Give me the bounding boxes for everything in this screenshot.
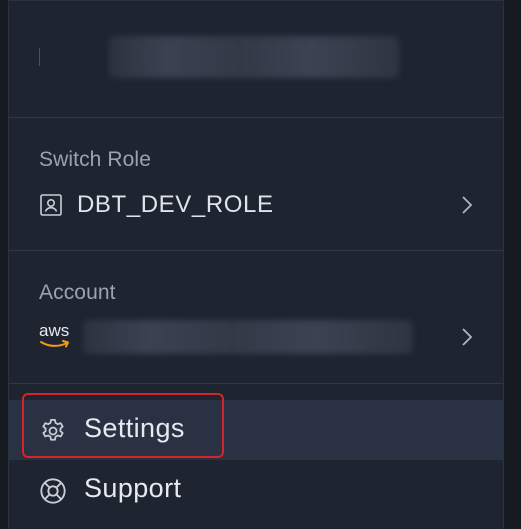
switch-role-button[interactable]: DBT_DEV_ROLE: [39, 190, 474, 220]
lifebuoy-icon: [40, 478, 66, 504]
chevron-right-icon: [462, 328, 473, 346]
aws-logo-icon: aws: [39, 321, 71, 351]
gear-icon: [42, 419, 64, 441]
redacted-user-name: [109, 36, 399, 78]
switch-role-label: Switch Role: [39, 148, 151, 171]
redacted-account-name: [83, 320, 413, 354]
switch-account-button[interactable]: aws: [39, 317, 474, 357]
user-section: [9, 0, 503, 118]
support-label: Support: [84, 473, 182, 503]
user-badge-icon: [40, 194, 62, 216]
switch-role-section: Switch Role DBT_DEV_ROLE: [9, 118, 503, 251]
chevron-right-icon: [462, 196, 473, 214]
settings-label: Settings: [84, 413, 185, 443]
aws-logo-text: aws: [39, 321, 70, 340]
account-section: Account aws: [9, 251, 503, 384]
current-role-value: DBT_DEV_ROLE: [77, 191, 274, 218]
support-menu-item[interactable]: Support: [9, 460, 503, 520]
account-label: Account: [39, 281, 116, 304]
settings-menu-item[interactable]: Settings: [9, 400, 503, 460]
text-cursor: [39, 48, 40, 66]
account-menu: Switch Role DBT_DEV_ROLE Account aws Set…: [8, 0, 504, 529]
